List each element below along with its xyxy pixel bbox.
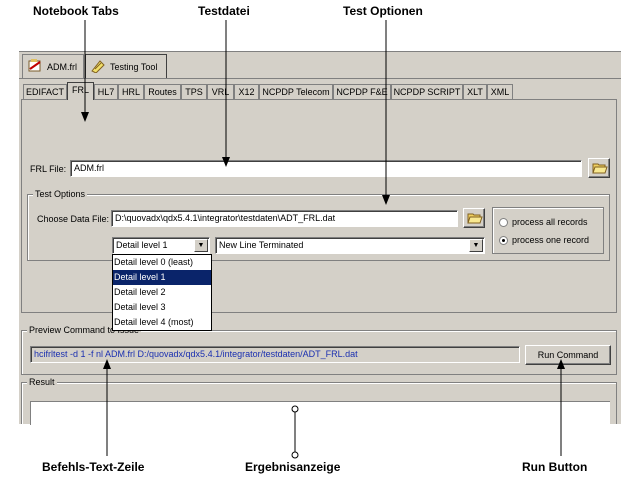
pointer-dot-ergebnisanzeige-bottom — [291, 451, 299, 459]
annotation-pointers — [81, 20, 565, 459]
arrowhead-befehls-text-zeile — [103, 359, 111, 369]
pointer-dot-ergebnisanzeige-top — [291, 405, 299, 413]
arrowhead-test-optionen — [382, 195, 390, 205]
arrowhead-notebook-tabs — [81, 112, 89, 122]
arrowhead-testdatei — [222, 157, 230, 167]
arrowhead-run-button — [557, 359, 565, 369]
